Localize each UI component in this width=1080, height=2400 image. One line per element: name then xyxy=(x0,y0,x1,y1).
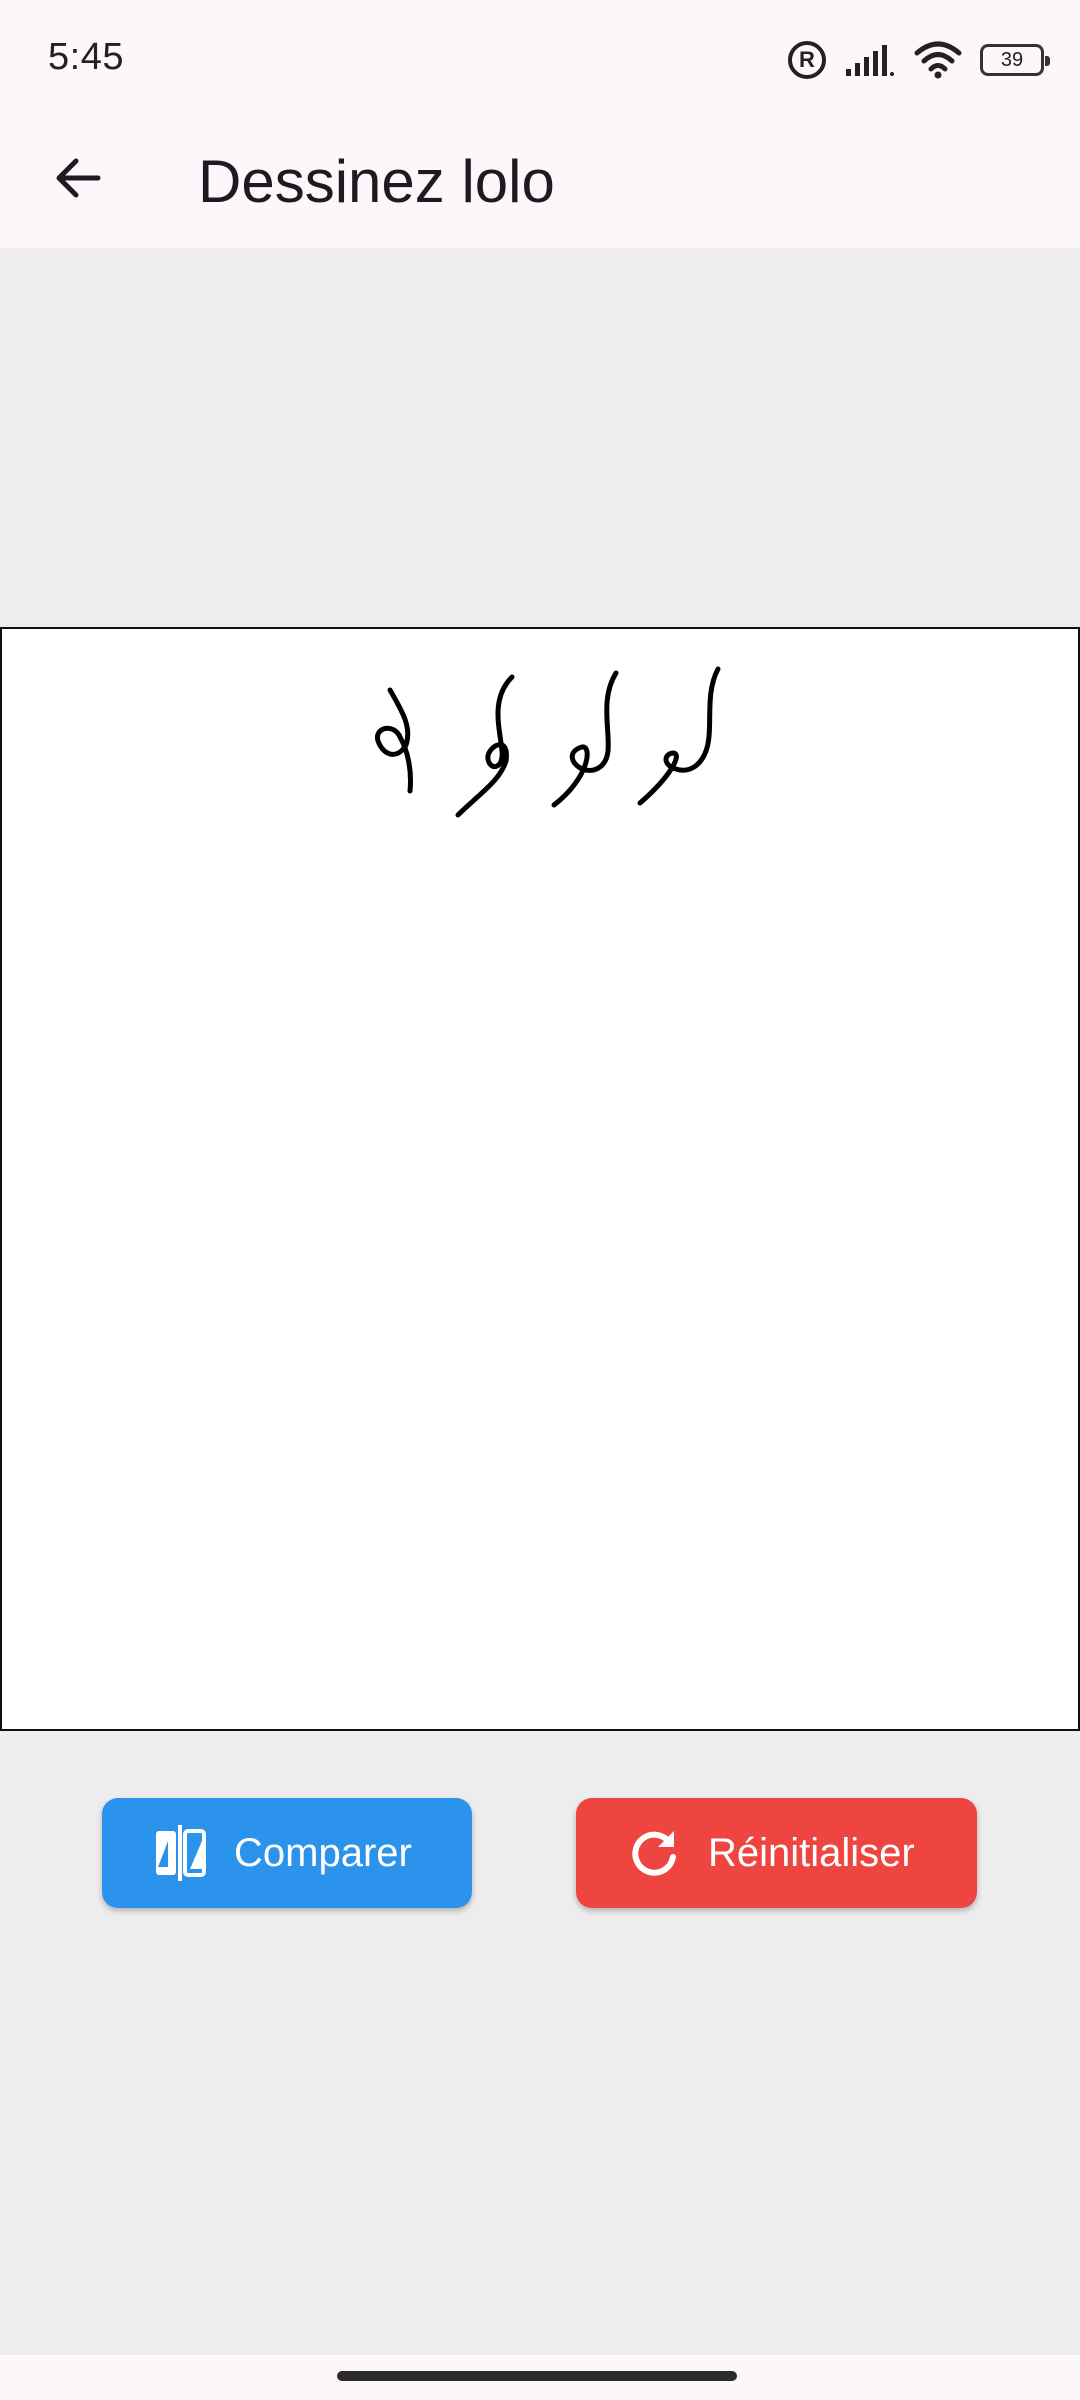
wifi-icon xyxy=(914,41,962,79)
status-bar: 5:45 R 39 xyxy=(0,0,1080,118)
drawing-stroke xyxy=(455,674,515,818)
arrow-left-icon xyxy=(56,158,101,198)
drawing-stroke xyxy=(637,666,721,806)
reset-button[interactable]: Réinitialiser xyxy=(576,1798,977,1908)
system-nav-area xyxy=(0,2355,1080,2400)
status-time: 5:45 xyxy=(48,36,124,78)
reset-label: Réinitialiser xyxy=(708,1830,915,1875)
battery-icon: 39 xyxy=(980,44,1050,76)
screen: 5:45 R 39 Dessinez lolo Comparer Réiniti… xyxy=(0,0,1080,2400)
drawing-stroke xyxy=(375,687,413,794)
drawing-canvas[interactable] xyxy=(0,627,1080,1731)
signal-icon xyxy=(846,45,894,76)
drawing-stroke xyxy=(551,670,619,808)
compare-icon xyxy=(152,1825,208,1881)
compare-button[interactable]: Comparer xyxy=(102,1798,472,1908)
battery-level: 39 xyxy=(1000,48,1024,71)
status-icons: R 39 xyxy=(788,38,1050,82)
refresh-icon xyxy=(626,1825,682,1881)
page-title: Dessinez lolo xyxy=(198,148,555,215)
compare-label: Comparer xyxy=(234,1830,412,1875)
home-indicator[interactable] xyxy=(337,2371,737,2381)
registered-icon: R xyxy=(788,41,826,79)
app-bar: Dessinez lolo xyxy=(0,118,1080,248)
back-button[interactable] xyxy=(38,138,118,218)
